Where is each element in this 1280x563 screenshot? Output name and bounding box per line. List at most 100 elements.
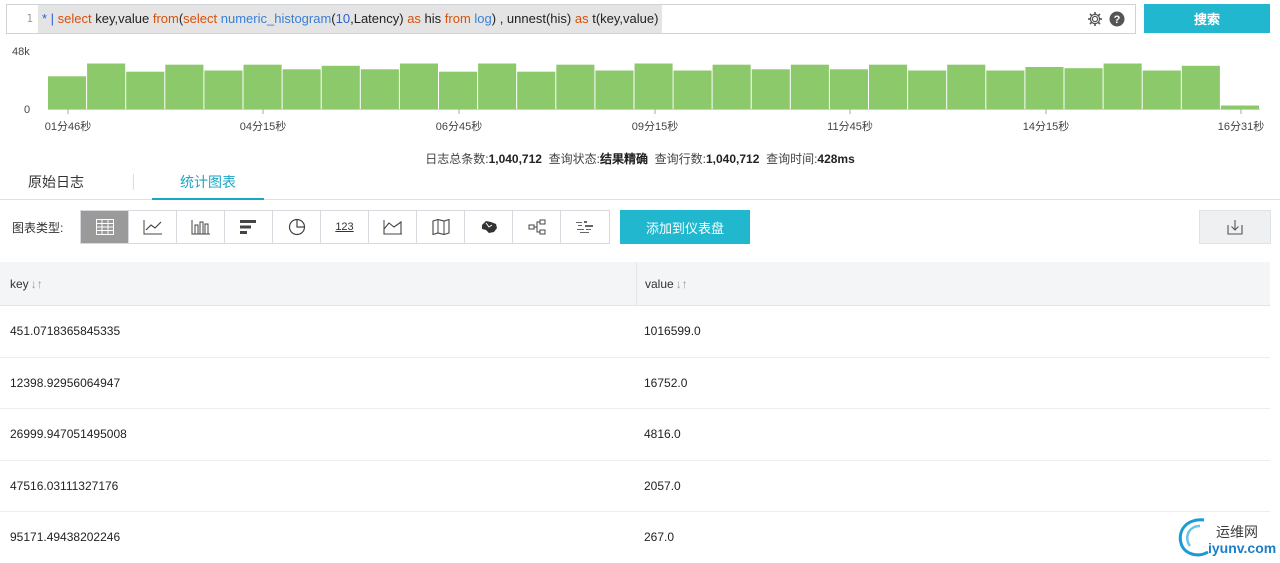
- query-token: as: [574, 11, 593, 26]
- cell-key: 12398.92956064947: [10, 375, 121, 390]
- watermark-logo: 运维网 iyunv.com: [1174, 512, 1280, 560]
- sort-icon[interactable]: ↓↑: [31, 277, 43, 291]
- histogram-bar[interactable]: [1220, 105, 1259, 110]
- query-token: as: [407, 11, 425, 26]
- histogram-tick-label: 04分15秒: [239, 121, 287, 133]
- column-header-key[interactable]: key ↓↑: [0, 262, 636, 306]
- histogram-bar[interactable]: [439, 71, 478, 109]
- query-token: |: [50, 11, 58, 26]
- tab-statistics-chart[interactable]: 统计图表: [152, 168, 264, 200]
- search-button[interactable]: 搜索: [1144, 4, 1270, 33]
- histogram-tick-label: 16分31秒: [1217, 121, 1265, 133]
- histogram-bar[interactable]: [869, 64, 908, 109]
- map-icon[interactable]: [417, 211, 465, 243]
- histogram-bar[interactable]: [478, 63, 517, 110]
- gear-icon[interactable]: [1087, 11, 1103, 27]
- query-status: 结果精确: [599, 152, 648, 166]
- histogram-bar[interactable]: [634, 63, 673, 110]
- area-chart-icon[interactable]: [369, 211, 417, 243]
- cell-value: 16752.0: [644, 375, 688, 390]
- histogram-bar[interactable]: [595, 70, 634, 110]
- flow-icon[interactable]: [513, 211, 561, 243]
- query-token: ,Latency): [350, 11, 408, 26]
- query-token: log: [474, 11, 492, 26]
- query-token: 10: [335, 11, 351, 26]
- histogram-bar[interactable]: [87, 63, 126, 110]
- histogram-bar[interactable]: [673, 70, 712, 110]
- histogram-bar[interactable]: [1142, 70, 1181, 110]
- histogram-bar[interactable]: [829, 69, 868, 109]
- query-token: t(key,value): [592, 11, 659, 26]
- histogram-bar[interactable]: [947, 64, 986, 109]
- china-map-icon[interactable]: [465, 211, 513, 243]
- number-icon[interactable]: 123: [321, 211, 369, 243]
- histogram-bar[interactable]: [556, 64, 595, 109]
- table-row[interactable]: 47516.03111327176 2057.0: [0, 461, 1270, 512]
- chart-type-selector: 123: [80, 210, 610, 244]
- histogram-bar[interactable]: [165, 64, 204, 109]
- histogram-bar[interactable]: [1025, 67, 1064, 109]
- table-row[interactable]: 12398.92956064947 16752.0: [0, 358, 1270, 409]
- sort-icon[interactable]: ↓↑: [676, 277, 688, 291]
- histogram-bar[interactable]: [517, 71, 556, 109]
- query-token: from: [444, 11, 475, 26]
- histogram-bar[interactable]: [1064, 68, 1103, 109]
- result-tabs: 原始日志 统计图表: [0, 168, 1280, 200]
- chart-type-label: 图表类型:: [12, 221, 64, 235]
- histogram-bar[interactable]: [321, 65, 360, 109]
- query-token: ) , unnest(his): [491, 11, 575, 26]
- histogram-bar[interactable]: [360, 69, 399, 109]
- column-header-value[interactable]: value ↓↑: [636, 262, 1270, 306]
- query-time: 428ms: [817, 152, 855, 166]
- word-cloud-icon[interactable]: [561, 211, 609, 243]
- results-table: key ↓↑ value ↓↑ 451.0718365845335 1016599.0…: [0, 262, 1270, 563]
- bar-chart-icon[interactable]: [177, 211, 225, 243]
- log-histogram: 48k 0 01分46秒 04分15秒 06分45秒 09分15秒 11分45秒 14分1…: [0, 40, 1280, 140]
- line-chart-icon[interactable]: [129, 211, 177, 243]
- pie-chart-icon[interactable]: [273, 211, 321, 243]
- histogram-bar[interactable]: [399, 63, 438, 110]
- histogram-bar[interactable]: [1181, 65, 1220, 109]
- histogram-bar[interactable]: [243, 64, 282, 109]
- horizontal-bar-icon[interactable]: [225, 211, 273, 243]
- cell-key: 26999.947051495008: [10, 427, 127, 441]
- cell-value: 2057.0: [644, 478, 681, 493]
- tab-raw-logs[interactable]: 原始日志: [14, 168, 98, 200]
- histogram-bar[interactable]: [751, 69, 790, 109]
- query-token: from: [152, 11, 179, 26]
- histogram-bar[interactable]: [986, 70, 1025, 110]
- histogram-bars[interactable]: [0, 40, 1280, 120]
- table-row[interactable]: 26999.947051495008 4816.0: [0, 409, 1270, 461]
- histogram-bar[interactable]: [282, 69, 321, 109]
- histogram-bar[interactable]: [908, 70, 947, 110]
- help-icon[interactable]: ?: [1109, 11, 1125, 27]
- cell-value: 4816.0: [644, 427, 681, 441]
- histogram-bar[interactable]: [1103, 63, 1142, 110]
- histogram-bar[interactable]: [126, 71, 165, 109]
- tab-divider: [133, 174, 134, 190]
- log-search-page: 1 * | select key,value from(select numer…: [0, 0, 1280, 563]
- download-button[interactable]: [1199, 210, 1271, 244]
- histogram-tick-label: 01分46秒: [44, 121, 92, 133]
- cell-key: 47516.03111327176: [10, 478, 119, 493]
- histogram-bar[interactable]: [204, 70, 243, 110]
- table-row[interactable]: 95171.49438202246 267.0: [0, 512, 1270, 563]
- query-token: select: [183, 11, 221, 26]
- histogram-tick-label: 06分45秒: [435, 121, 483, 133]
- query-editor[interactable]: 1 * | select key,value from(select numer…: [6, 4, 1136, 34]
- table-row[interactable]: 451.0718365845335 1016599.0: [0, 306, 1270, 358]
- query-text[interactable]: * | select key,value from(select numeric…: [38, 5, 663, 33]
- histogram-bar[interactable]: [48, 76, 87, 109]
- query-token: *: [42, 11, 51, 26]
- query-token: his: [424, 11, 445, 26]
- histogram-tick-label: 09分15秒: [631, 121, 679, 133]
- watermark-en: iyunv.com: [1208, 540, 1277, 556]
- histogram-bar[interactable]: [790, 64, 829, 109]
- histogram-bar[interactable]: [712, 64, 751, 109]
- table-header: key ↓↑ value ↓↑: [0, 262, 1270, 306]
- add-to-dashboard-button[interactable]: 添加到仪表盘: [620, 210, 750, 244]
- line-number: 1: [26, 12, 33, 25]
- svg-text:?: ?: [1114, 14, 1121, 26]
- table-body: 451.0718365845335 1016599.0 12398.92956064…: [0, 306, 1270, 563]
- table-icon[interactable]: [81, 211, 129, 243]
